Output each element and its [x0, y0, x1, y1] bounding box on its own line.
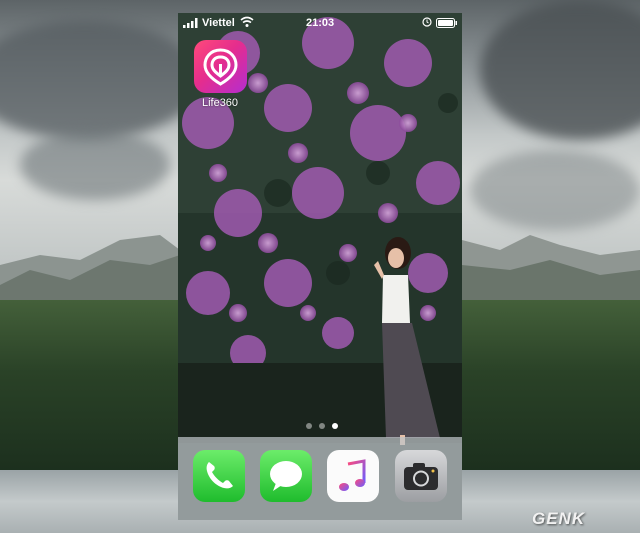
life360-app-label[interactable]: Life360: [188, 97, 252, 109]
status-bar: Viettel 21:03: [178, 13, 462, 33]
page-dot-current[interactable]: [332, 423, 338, 429]
messages-app-icon[interactable]: [260, 450, 312, 502]
cloud: [20, 130, 170, 200]
page-dot[interactable]: [306, 423, 312, 429]
life360-icon: [203, 48, 238, 86]
messages-icon: [270, 461, 302, 491]
status-time: 21:03: [306, 17, 335, 29]
life360-app-icon[interactable]: [194, 40, 247, 93]
music-app-icon[interactable]: [327, 450, 379, 502]
carrier-name: Viettel: [202, 17, 235, 29]
camera-icon: [404, 463, 438, 490]
wifi-icon: [240, 16, 254, 27]
cloud: [470, 150, 640, 230]
phone-icon: [206, 462, 233, 489]
page-indicator[interactable]: [302, 422, 342, 430]
watermark-logo: GENK: [532, 509, 586, 528]
dock: [178, 437, 462, 520]
alarm-icon: [422, 17, 432, 27]
phone-screen: Viettel 21:03 Life360: [178, 13, 462, 520]
battery-icon: [436, 18, 457, 28]
music-icon: [339, 459, 366, 491]
camera-app-icon[interactable]: [395, 450, 447, 502]
signal-icon: [183, 18, 198, 28]
page-dot[interactable]: [319, 423, 325, 429]
phone-app-icon[interactable]: [193, 450, 245, 502]
